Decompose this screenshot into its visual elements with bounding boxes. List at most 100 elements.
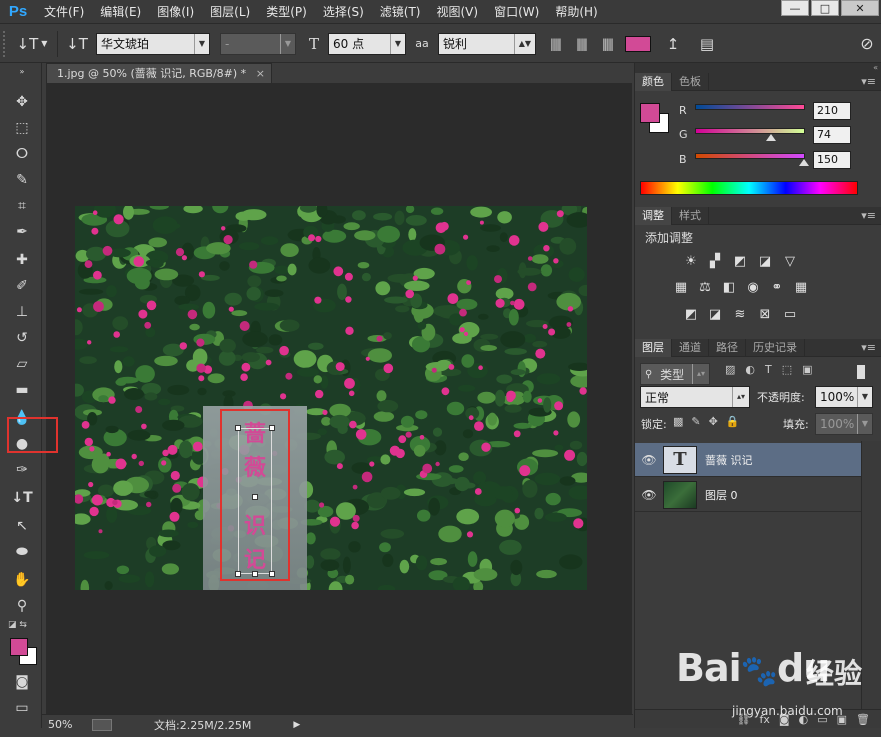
move-tool-icon[interactable]: ✥ — [9, 90, 35, 114]
healing-brush-tool-icon[interactable]: ✚ — [9, 248, 35, 272]
blend-mode-select[interactable]: 正常 ▴▾ — [640, 386, 750, 408]
gradient-map-icon[interactable]: ▭ — [780, 305, 800, 323]
brightness-icon[interactable]: ☀ — [681, 252, 701, 270]
b-slider-thumb[interactable] — [798, 159, 809, 166]
warp-text-icon[interactable]: ↥ — [656, 31, 690, 57]
eyedropper-tool-icon[interactable]: ✒ — [9, 220, 35, 244]
fx-icon[interactable]: fx — [760, 713, 770, 726]
antialias-select[interactable]: 锐利 ▲▼ — [438, 32, 536, 55]
levels-icon[interactable]: ▞ — [705, 252, 725, 270]
filter-adjust-icon[interactable]: ◐ — [745, 363, 755, 376]
document-tab[interactable]: 1.jpg @ 50% (蔷薇 识记, RGB/8#) * × — [46, 63, 272, 83]
visibility-eye-icon[interactable]: 👁 — [635, 453, 663, 467]
layers-scrollbar[interactable] — [861, 441, 881, 709]
tab-paths[interactable]: 路径 — [709, 339, 746, 357]
grip-handle[interactable] — [3, 30, 11, 57]
vertical-type-tool-icon[interactable]: ↓T — [9, 486, 35, 510]
lock-transparency-icon[interactable]: ▩ — [673, 415, 683, 428]
tool-preset-picker[interactable]: ↓T ▼ — [11, 31, 53, 57]
transform-handle[interactable] — [252, 494, 258, 500]
character-panel-icon[interactable]: ▤ — [690, 31, 724, 57]
zoom-level[interactable]: 50% — [48, 718, 92, 731]
font-style-select[interactable]: - ▼ — [220, 32, 296, 55]
color-balance-icon[interactable]: ⚖ — [695, 278, 715, 296]
menu-image[interactable]: 图像(I) — [149, 0, 202, 24]
minimize-button[interactable]: — — [781, 0, 809, 16]
toggle-orientation-button[interactable]: ↓T — [62, 31, 92, 57]
layer-row-text[interactable]: 👁 T 蔷薇 识记 — [635, 443, 861, 477]
transform-handle[interactable] — [269, 425, 275, 431]
ellipse-tool-icon[interactable]: ⬬ — [9, 540, 35, 564]
screen-mode-icon[interactable]: ▭ — [9, 696, 35, 720]
menu-type[interactable]: 类型(P) — [258, 0, 315, 24]
b-slider-track[interactable] — [695, 153, 805, 159]
menu-file[interactable]: 文件(F) — [36, 0, 92, 24]
panel-menu-icon[interactable]: ▾≡ — [861, 341, 876, 354]
text-color-swatch[interactable] — [620, 35, 656, 52]
swap-colors-icon[interactable]: ◪ ⇆ — [8, 620, 27, 630]
lock-position-icon[interactable]: ✥ — [709, 415, 718, 428]
eraser-tool-icon[interactable]: ▱ — [9, 352, 35, 376]
foreground-color-swatch[interactable] — [10, 638, 28, 656]
menu-filter[interactable]: 滤镜(T) — [372, 0, 429, 24]
layer-filter-select[interactable]: ⚲ 类型 ▴▾ — [640, 363, 710, 385]
quick-select-tool-icon[interactable]: ✎ — [9, 168, 35, 192]
vibrance-icon[interactable]: ▽ — [780, 252, 800, 270]
transform-handle[interactable] — [235, 571, 241, 577]
tab-layers[interactable]: 图层 — [635, 339, 672, 357]
brush-tool-icon[interactable]: ✐ — [9, 274, 35, 298]
tab-channels[interactable]: 通道 — [672, 339, 709, 357]
adjustment-layer-icon[interactable]: ◐ — [799, 713, 809, 726]
trash-icon[interactable]: 🗑 — [856, 713, 870, 726]
lock-all-icon[interactable]: 🔒 — [726, 415, 740, 428]
r-slider-track[interactable] — [695, 104, 805, 110]
visibility-eye-icon[interactable]: 👁 — [635, 488, 663, 502]
canvas-area[interactable]: 蔷 薇 识 记 — [46, 83, 632, 714]
cancel-icon[interactable]: ⊘ — [853, 31, 881, 57]
menu-help[interactable]: 帮助(H) — [547, 0, 605, 24]
menu-layer[interactable]: 图层(L) — [202, 0, 258, 24]
threshold-icon[interactable]: ≋ — [730, 305, 750, 323]
marquee-tool-icon[interactable]: ⬚ — [9, 116, 35, 140]
filter-pixel-icon[interactable]: ▨ — [725, 363, 735, 376]
layer-name[interactable]: 图层 0 — [705, 487, 738, 503]
menu-select[interactable]: 选择(S) — [315, 0, 372, 24]
photo-filter-icon[interactable]: ◉ — [743, 278, 763, 296]
menu-edit[interactable]: 编辑(E) — [92, 0, 149, 24]
filter-shape-icon[interactable]: ⬚ — [782, 363, 792, 376]
panel-menu-icon[interactable]: ▾≡ — [861, 75, 876, 88]
curves-icon[interactable]: ◩ — [730, 252, 750, 270]
tab-history[interactable]: 历史记录 — [746, 339, 805, 357]
tab-color[interactable]: 颜色 — [635, 73, 672, 91]
selective-color-icon[interactable]: ⊠ — [755, 305, 775, 323]
close-button[interactable]: ✕ — [841, 0, 879, 16]
font-family-select[interactable]: 华文琥珀 ▼ — [96, 32, 210, 55]
opacity-field[interactable]: 100% ▼ — [815, 386, 873, 408]
gradient-tool-icon[interactable]: ▬ — [9, 378, 35, 402]
hue-saturation-icon[interactable]: ▦ — [671, 278, 691, 296]
panel-menu-icon[interactable]: ▾≡ — [861, 209, 876, 222]
maximize-button[interactable]: □ — [811, 0, 839, 16]
stamp-tool-icon[interactable]: ⊥ — [9, 300, 35, 324]
foreground-color-chip[interactable] — [640, 103, 660, 123]
tab-styles[interactable]: 样式 — [672, 207, 709, 225]
path-select-tool-icon[interactable]: ↖ — [9, 514, 35, 538]
g-value-field[interactable]: 74 — [813, 126, 851, 144]
exposure-icon[interactable]: ◪ — [755, 252, 775, 270]
posterize-icon[interactable]: ◪ — [705, 305, 725, 323]
transform-handle[interactable] — [252, 571, 258, 577]
lock-pixels-icon[interactable]: ✎ — [691, 415, 700, 428]
menu-view[interactable]: 视图(V) — [429, 0, 487, 24]
link-layers-icon[interactable]: ⛓ — [737, 713, 751, 726]
menu-window[interactable]: 窗口(W) — [486, 0, 547, 24]
align-right-icon[interactable]: ‖||| — [594, 31, 620, 57]
tab-adjustments[interactable]: 调整 — [635, 207, 672, 225]
filter-type-icon[interactable]: T — [765, 363, 772, 376]
layer-row-image[interactable]: 👁 图层 0 — [635, 478, 861, 512]
close-tab-icon[interactable]: × — [256, 64, 265, 83]
layer-name[interactable]: 蔷薇 识记 — [705, 452, 753, 468]
black-white-icon[interactable]: ◧ — [719, 278, 739, 296]
invert-icon[interactable]: ◩ — [681, 305, 701, 323]
hand-tool-icon[interactable]: ✋ — [9, 568, 35, 592]
transform-handle[interactable] — [235, 425, 241, 431]
